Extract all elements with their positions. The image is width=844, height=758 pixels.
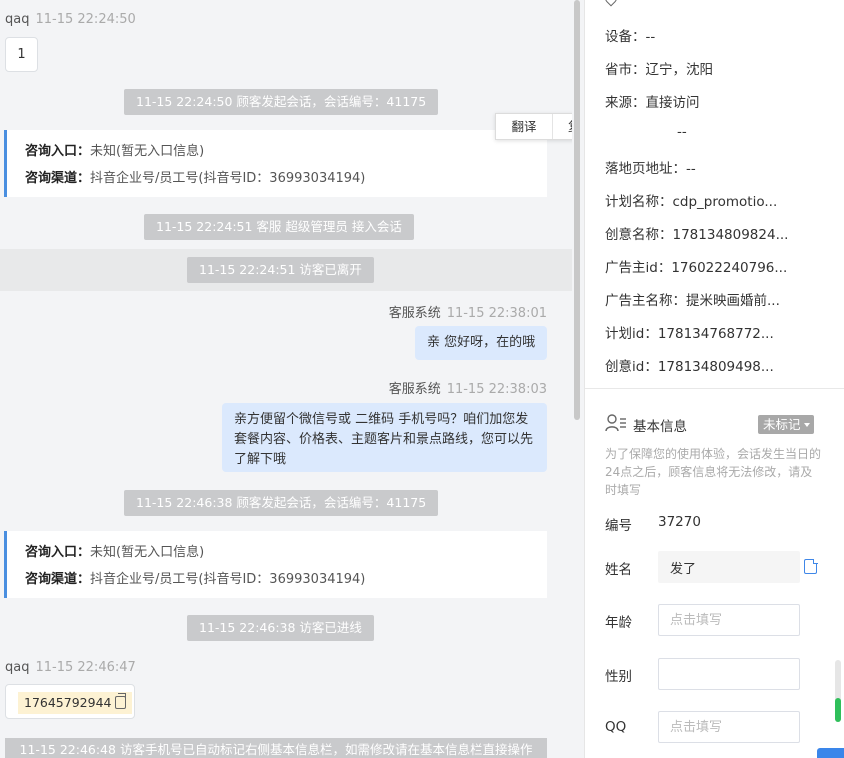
entry-label: 咨询入口： — [25, 545, 91, 560]
system-notice: 11-15 22:24:51 客服 超级管理员 接入会话 — [144, 214, 414, 240]
channel-value: 抖音企业号/员工号(抖音号ID：36993034194) — [90, 572, 366, 587]
system-notice: 11-15 22:24:51 访客已离开 — [187, 257, 374, 283]
chat-scrollbar-thumb[interactable] — [574, 0, 580, 420]
agent-message-bubble[interactable]: 亲 您好呀，在的哦 — [415, 326, 547, 360]
creative-id-row: 创意id：178134809498... — [605, 359, 774, 375]
number-value: 37270 — [658, 514, 701, 530]
sender-name: 客服系统 — [388, 306, 441, 321]
panel-scrollbar-thumb[interactable] — [835, 698, 841, 722]
landing-page-row: 落地页地址：-- — [605, 161, 696, 177]
section-divider — [585, 388, 844, 389]
visitor-message-bubble[interactable]: 17645792944 — [5, 684, 135, 719]
age-input[interactable] — [658, 604, 800, 636]
name-input[interactable] — [658, 551, 800, 583]
region-row: 省市：辽宁，沈阳 — [605, 62, 713, 78]
qq-input[interactable] — [658, 711, 800, 743]
location-pin-icon — [602, 0, 620, 7]
system-notice: 11-15 22:46:48 访客手机号已自动标记右侧基本信息栏，如需修改请在基… — [5, 738, 547, 758]
message-header: 客服系统 11-15 22:38:03 — [389, 378, 547, 397]
tag-dropdown-label: 未标记 — [763, 417, 801, 432]
consult-info-card: 咨询入口：未知(暂无入口信息) 咨询渠道：抖音企业号/员工号(抖音号ID：369… — [4, 531, 547, 598]
sender-name: 客服系统 — [388, 382, 441, 397]
phone-number-chip[interactable]: 17645792944 — [18, 692, 133, 714]
plan-name-row: 计划名称：cdp_promotio... — [605, 194, 778, 210]
consult-info-card: 咨询入口：未知(暂无入口信息) 咨询渠道：抖音企业号/员工号(抖音号ID：369… — [4, 130, 547, 197]
number-label: 编号 — [605, 518, 632, 534]
message-time: 11-15 22:46:47 — [35, 660, 136, 675]
visitor-message-bubble[interactable]: 1 — [5, 37, 38, 72]
entry-value: 未知(暂无入口信息) — [90, 144, 205, 159]
advertiser-id-row: 广告主id：176022240796... — [605, 260, 788, 276]
channel-label: 咨询渠道： — [25, 171, 91, 186]
channel-label: 咨询渠道： — [25, 572, 91, 587]
entry-label: 咨询入口： — [25, 144, 91, 159]
device-row: 设备：-- — [605, 29, 656, 45]
agent-message-bubble[interactable]: 亲方便留个微信号或 二维码 手机号吗？咱们加您发 套餐内容、价格表、主题客片和景… — [222, 403, 547, 472]
plan-id-row: 计划id：178134768772... — [605, 326, 774, 342]
qq-label: QQ — [605, 719, 627, 735]
message-time: 11-15 22:38:03 — [446, 382, 547, 397]
system-notice: 11-15 22:46:38 访客已进线 — [187, 615, 374, 641]
gender-label: 性别 — [605, 669, 632, 685]
basic-info-header: 基本信息 未标记 — [605, 412, 825, 436]
message-time: 11-15 22:38:01 — [446, 306, 547, 321]
text-action-toolbar: 翻译 复制 搜索 — [495, 113, 572, 140]
message-header: 客服系统 11-15 22:38:01 — [389, 302, 547, 321]
system-notice: 11-15 22:46:38 顾客发起会话，会话编号：41175 — [124, 490, 439, 516]
visitor-info-panel: 设备：-- 省市：辽宁，沈阳 来源：直接访问 -- 落地页地址：-- 计划名称：… — [584, 0, 844, 758]
sender-name: qaq — [5, 660, 30, 675]
copy-icon[interactable] — [115, 693, 127, 709]
advertiser-name-row: 广告主名称：提米映画婚前... — [605, 293, 780, 309]
message-line: 了解下哦 — [234, 452, 287, 467]
partially-hidden-row: -- — [677, 124, 687, 140]
corner-action-button[interactable] — [817, 748, 844, 758]
panel-scrollbar[interactable] — [835, 660, 841, 722]
message-header: qaq 11-15 22:46:47 — [5, 660, 136, 675]
channel-value: 抖音企业号/员工号(抖音号ID：36993034194) — [90, 171, 366, 186]
age-label: 年龄 — [605, 615, 632, 631]
user-list-icon — [605, 414, 627, 436]
tag-dropdown[interactable]: 未标记 — [758, 415, 814, 434]
section-title: 基本信息 — [633, 419, 687, 435]
message-line: 亲方便留个微信号或 二维码 手机号吗？咱们加您发 — [234, 412, 529, 427]
message-header: qaq 11-15 22:24:50 — [5, 12, 136, 27]
message-line: 套餐内容、价格表、主题客片和景点路线，您可以先 — [234, 432, 534, 447]
message-time: 11-15 22:24:50 — [35, 12, 136, 27]
document-icon[interactable] — [804, 558, 818, 574]
entry-value: 未知(暂无入口信息) — [90, 545, 205, 560]
phone-number: 17645792944 — [24, 695, 112, 710]
system-notice: 11-15 22:24:50 顾客发起会话，会话编号：41175 — [124, 89, 439, 115]
sender-name: qaq — [5, 12, 30, 27]
chat-scrollbar[interactable] — [572, 0, 584, 758]
source-row: 来源：直接访问 — [605, 95, 700, 111]
caret-down-icon — [803, 423, 810, 427]
gender-input[interactable] — [658, 658, 800, 690]
edit-deadline-notice: 为了保障您的使用体验，会话发生当日的24点之后，顾客信息将无法修改，请及时填写 — [605, 447, 822, 497]
chat-panel: qaq 11-15 22:24:50 1 11-15 22:24:50 顾客发起会… — [0, 0, 572, 758]
translate-button[interactable]: 翻译 — [496, 114, 553, 139]
creative-name-row: 创意名称：178134809824... — [605, 227, 789, 243]
name-label: 姓名 — [605, 562, 632, 578]
copy-button[interactable]: 复制 — [553, 114, 572, 139]
